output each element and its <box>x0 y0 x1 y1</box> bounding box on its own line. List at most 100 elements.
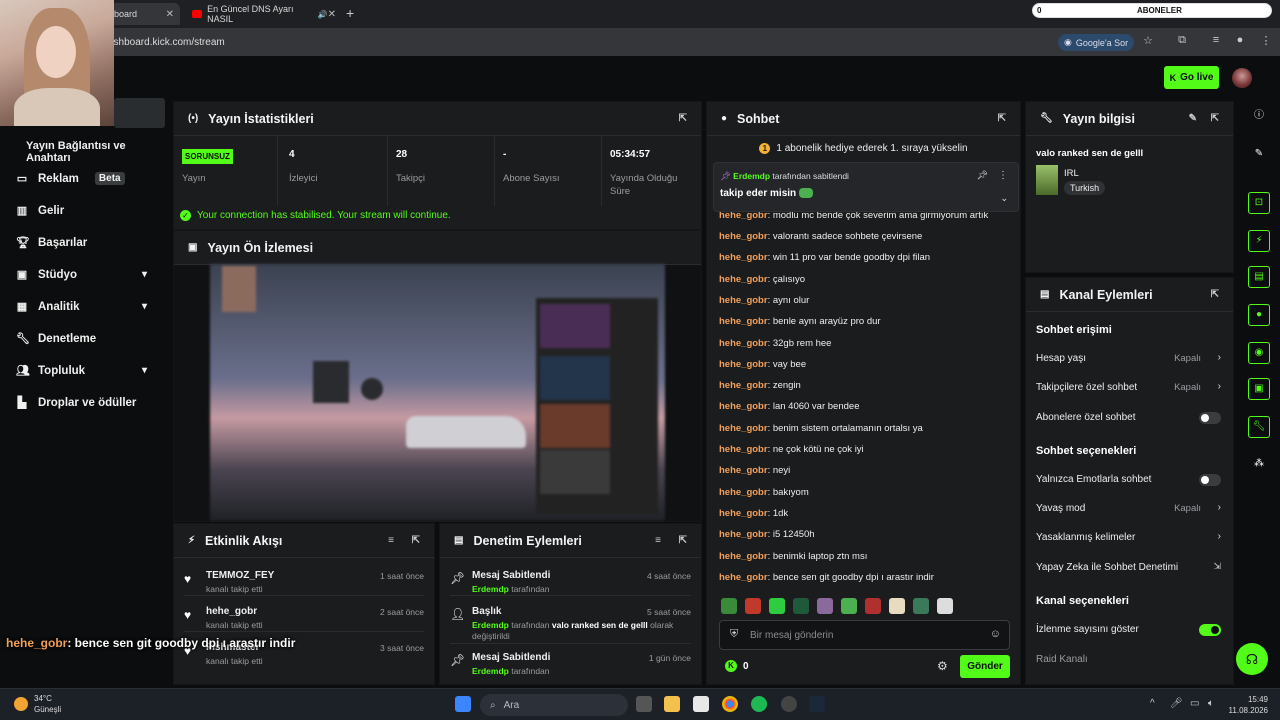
chat-username[interactable]: hehe_gobr <box>719 338 768 349</box>
microphone-icon[interactable]: 🎤︎ <box>1170 698 1183 709</box>
stats-widget-icon[interactable]: ⊡ <box>1248 192 1270 214</box>
emote-only-toggle[interactable] <box>1199 474 1221 486</box>
broadcast-icon[interactable]: ◉ <box>1248 342 1270 364</box>
sidebar-item-denetleme[interactable]: 🔧︎ Denetleme <box>16 332 96 346</box>
media-control-icon[interactable]: ≡ <box>1209 34 1223 48</box>
chat-settings-gear-icon[interactable]: ⚙ <box>937 659 948 673</box>
browser-tab-dashboard[interactable]: board ✕ <box>108 3 180 25</box>
chevron-down-icon[interactable]: ⌄ <box>1000 193 1008 204</box>
lightning-icon[interactable]: ⚡︎ <box>1248 230 1270 252</box>
send-button[interactable]: Gönder <box>960 655 1010 678</box>
close-icon[interactable]: ✕ <box>166 9 174 20</box>
chat-username[interactable]: hehe_gobr <box>719 295 768 306</box>
chat-username[interactable]: hehe_gobr <box>719 401 768 412</box>
emote-icon[interactable] <box>745 598 761 614</box>
show-viewer-count-toggle[interactable] <box>1199 624 1221 636</box>
chevron-up-icon[interactable]: ^ <box>1150 698 1155 709</box>
network-icon[interactable]: ▭ <box>1190 698 1199 709</box>
category-thumbnail[interactable] <box>1036 165 1058 195</box>
spotify-icon[interactable] <box>751 696 767 712</box>
popout-icon[interactable]: ⇱ <box>679 113 687 124</box>
subscribers-only-toggle[interactable] <box>1199 412 1221 424</box>
emote-icon[interactable] <box>841 598 857 614</box>
sidebar-item-reklam[interactable]: ▭ Reklam Beta <box>16 172 125 185</box>
chat-username[interactable]: hehe_gobr <box>719 252 768 263</box>
chat-bubble-icon[interactable]: ● <box>1248 304 1270 326</box>
emote-icon[interactable] <box>889 598 905 614</box>
chat-username[interactable]: hehe_gobr <box>719 444 768 455</box>
popout-icon[interactable]: ⇱ <box>1211 289 1219 300</box>
profile-icon[interactable]: ● <box>1233 34 1247 48</box>
chat-username[interactable]: hehe_gobr <box>719 508 768 519</box>
unpin-icon[interactable]: 📌︎ <box>977 170 988 181</box>
sidebar-item-basarilar[interactable]: 🏆︎ Başarılar <box>16 236 87 250</box>
user-avatar[interactable] <box>1232 68 1252 88</box>
popout-icon[interactable]: ⇱ <box>679 535 687 546</box>
sidebar-item-stream-key[interactable]: Yayın Bağlantısı ve Anahtarı <box>26 140 170 164</box>
sidebar-item-studyo[interactable]: ▣ Stüdyo ▾ <box>16 268 147 282</box>
popout-icon[interactable]: ⇱ <box>412 535 420 546</box>
stream-preview-video[interactable] <box>210 264 665 521</box>
popout-icon[interactable]: ⇱ <box>998 113 1006 124</box>
clock[interactable]: 15:49 11.08.2026 <box>1226 694 1268 716</box>
kick-points[interactable]: K 0 <box>725 660 749 672</box>
extensions-icon[interactable]: ⧉ <box>1175 34 1189 48</box>
more-options-icon[interactable]: ⋮ <box>998 170 1008 181</box>
emote-icon[interactable] <box>937 598 953 614</box>
info-icon[interactable]: ⓘ <box>1248 106 1270 128</box>
chat-username[interactable]: hehe_gobr <box>719 423 768 434</box>
chat-username[interactable]: hehe_gobr <box>719 529 768 540</box>
emote-icon[interactable] <box>865 598 881 614</box>
emote-icon[interactable] <box>721 598 737 614</box>
category-name[interactable]: IRL <box>1064 168 1079 179</box>
emoji-icon[interactable]: ☺ <box>990 628 1001 640</box>
go-live-button[interactable]: K Go live <box>1164 66 1219 89</box>
edit-pencil-icon[interactable]: ✎ <box>1189 113 1197 124</box>
speaker-icon[interactable]: 🔈︎ <box>1208 698 1214 709</box>
taskbar-search[interactable]: ⌕ Ara <box>480 694 628 716</box>
sidebar-item-topluluk[interactable]: 👥︎ Topluluk ▾ <box>16 364 147 378</box>
url-field[interactable]: ashboard.kick.com/stream <box>108 37 225 48</box>
chat-username[interactable]: hehe_gobr <box>719 572 768 583</box>
chat-username[interactable]: hehe_gobr <box>719 231 768 242</box>
chat-username[interactable]: hehe_gobr <box>719 359 768 370</box>
sidebar-item-gelir[interactable]: ▥ Gelir <box>16 204 64 218</box>
windows-start-icon[interactable] <box>455 696 471 712</box>
emote-icon[interactable] <box>769 598 785 614</box>
google-ask-button[interactable]: ◉ Google'a Sor <box>1058 34 1135 51</box>
sidebar-item-analitik[interactable]: ▦ Analitik ▾ <box>16 300 147 314</box>
edit-pencil-icon[interactable]: ✎ <box>1248 144 1270 166</box>
channel-icon[interactable]: ▣ <box>1248 378 1270 400</box>
sidebar-item-droplar[interactable]: ▙ Droplar ve ödüller <box>16 396 137 410</box>
browser-menu-icon[interactable]: ⋮ <box>1259 34 1273 48</box>
weather-widget[interactable]: 34°C Güneşli <box>14 693 61 715</box>
emote-icon[interactable] <box>793 598 809 614</box>
browser-tab-youtube[interactable]: En Güncel DNS Ayarı NASIL 🔊 ✕ <box>186 3 342 25</box>
store-icon[interactable] <box>693 696 709 712</box>
filter-icon[interactable]: ≡ <box>388 535 394 546</box>
bookmark-star-icon[interactable]: ☆ <box>1141 34 1155 48</box>
file-explorer-icon[interactable] <box>664 696 680 712</box>
widgets-icon[interactable]: ⁂ <box>1248 454 1270 476</box>
gift-sub-banner[interactable]: 1 1 abonelik hediye ederek 1. sıraya yük… <box>707 138 1020 158</box>
task-view-icon[interactable] <box>636 696 652 712</box>
chat-username[interactable]: hehe_gobr <box>719 316 768 327</box>
popout-icon[interactable]: ⇱ <box>1211 113 1219 124</box>
new-tab-icon[interactable]: + <box>346 5 354 21</box>
chat-input[interactable]: ⛨ Bir mesaj gönderin ☺ <box>719 620 1010 650</box>
obs-icon[interactable] <box>781 696 797 712</box>
chrome-icon[interactable] <box>722 696 738 712</box>
emote-icon[interactable] <box>913 598 929 614</box>
chat-username[interactable]: hehe_gobr <box>719 551 768 562</box>
chat-username[interactable]: hehe_gobr <box>719 380 768 391</box>
chat-username[interactable]: hehe_gobr <box>719 487 768 498</box>
chat-username[interactable]: hehe_gobr <box>719 465 768 476</box>
filter-icon[interactable]: ≡ <box>655 535 661 546</box>
chat-username[interactable]: hehe_gobr <box>719 274 768 285</box>
steam-icon[interactable] <box>809 696 825 712</box>
pinned-message[interactable]: 📌︎ Erdemdp tarafından sabitlendi takip e… <box>713 162 1019 212</box>
close-icon[interactable]: ✕ <box>328 9 336 20</box>
raid-channel-label[interactable]: Raid Kanalı <box>1036 654 1088 665</box>
document-icon[interactable]: ▤ <box>1248 266 1270 288</box>
emote-icon[interactable] <box>817 598 833 614</box>
